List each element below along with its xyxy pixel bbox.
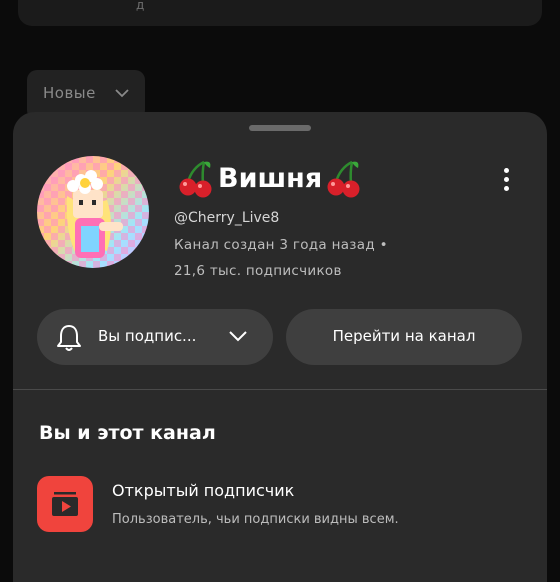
subscribed-button[interactable]: Вы подпис... — [37, 309, 273, 365]
channel-bottom-sheet: Вишня @Cherry_Live8 Канал создан 3 года … — [13, 112, 547, 582]
go-to-channel-label: Перейти на канал — [332, 327, 476, 345]
badge-description: Пользователь, чьи подписки видны всем. — [112, 512, 399, 527]
channel-name: Вишня — [218, 162, 323, 194]
public-subscriber-badge — [37, 476, 93, 532]
badge-title: Открытый подписчик — [112, 481, 295, 500]
section-divider — [13, 389, 547, 390]
channel-name-row: Вишня — [178, 158, 362, 198]
channel-created-text: Канал создан 3 года назад • — [174, 237, 388, 253]
section-title: Вы и этот канал — [39, 422, 216, 444]
subscribed-label: Вы подпис... — [98, 327, 197, 345]
go-to-channel-button[interactable]: Перейти на канал — [286, 309, 522, 365]
avatar-character-image — [66, 170, 123, 258]
channel-avatar[interactable] — [37, 156, 149, 268]
partial-text-glyph: д — [136, 0, 145, 12]
chevron-down-icon — [229, 331, 247, 342]
channel-handle[interactable]: @Cherry_Live8 — [174, 210, 279, 226]
chevron-down-icon — [115, 89, 129, 98]
previous-list-card[interactable]: д — [18, 0, 542, 26]
playlist-play-icon — [52, 492, 78, 516]
sheet-drag-handle[interactable] — [249, 125, 311, 131]
more-vert-icon[interactable] — [499, 168, 513, 194]
filter-chip-label: Новые — [43, 84, 96, 102]
subscriber-count: 21,6 тыс. подписчиков — [174, 263, 342, 279]
cherry-icon — [327, 160, 360, 198]
cherry-icon — [179, 160, 212, 198]
bell-icon — [57, 325, 81, 351]
